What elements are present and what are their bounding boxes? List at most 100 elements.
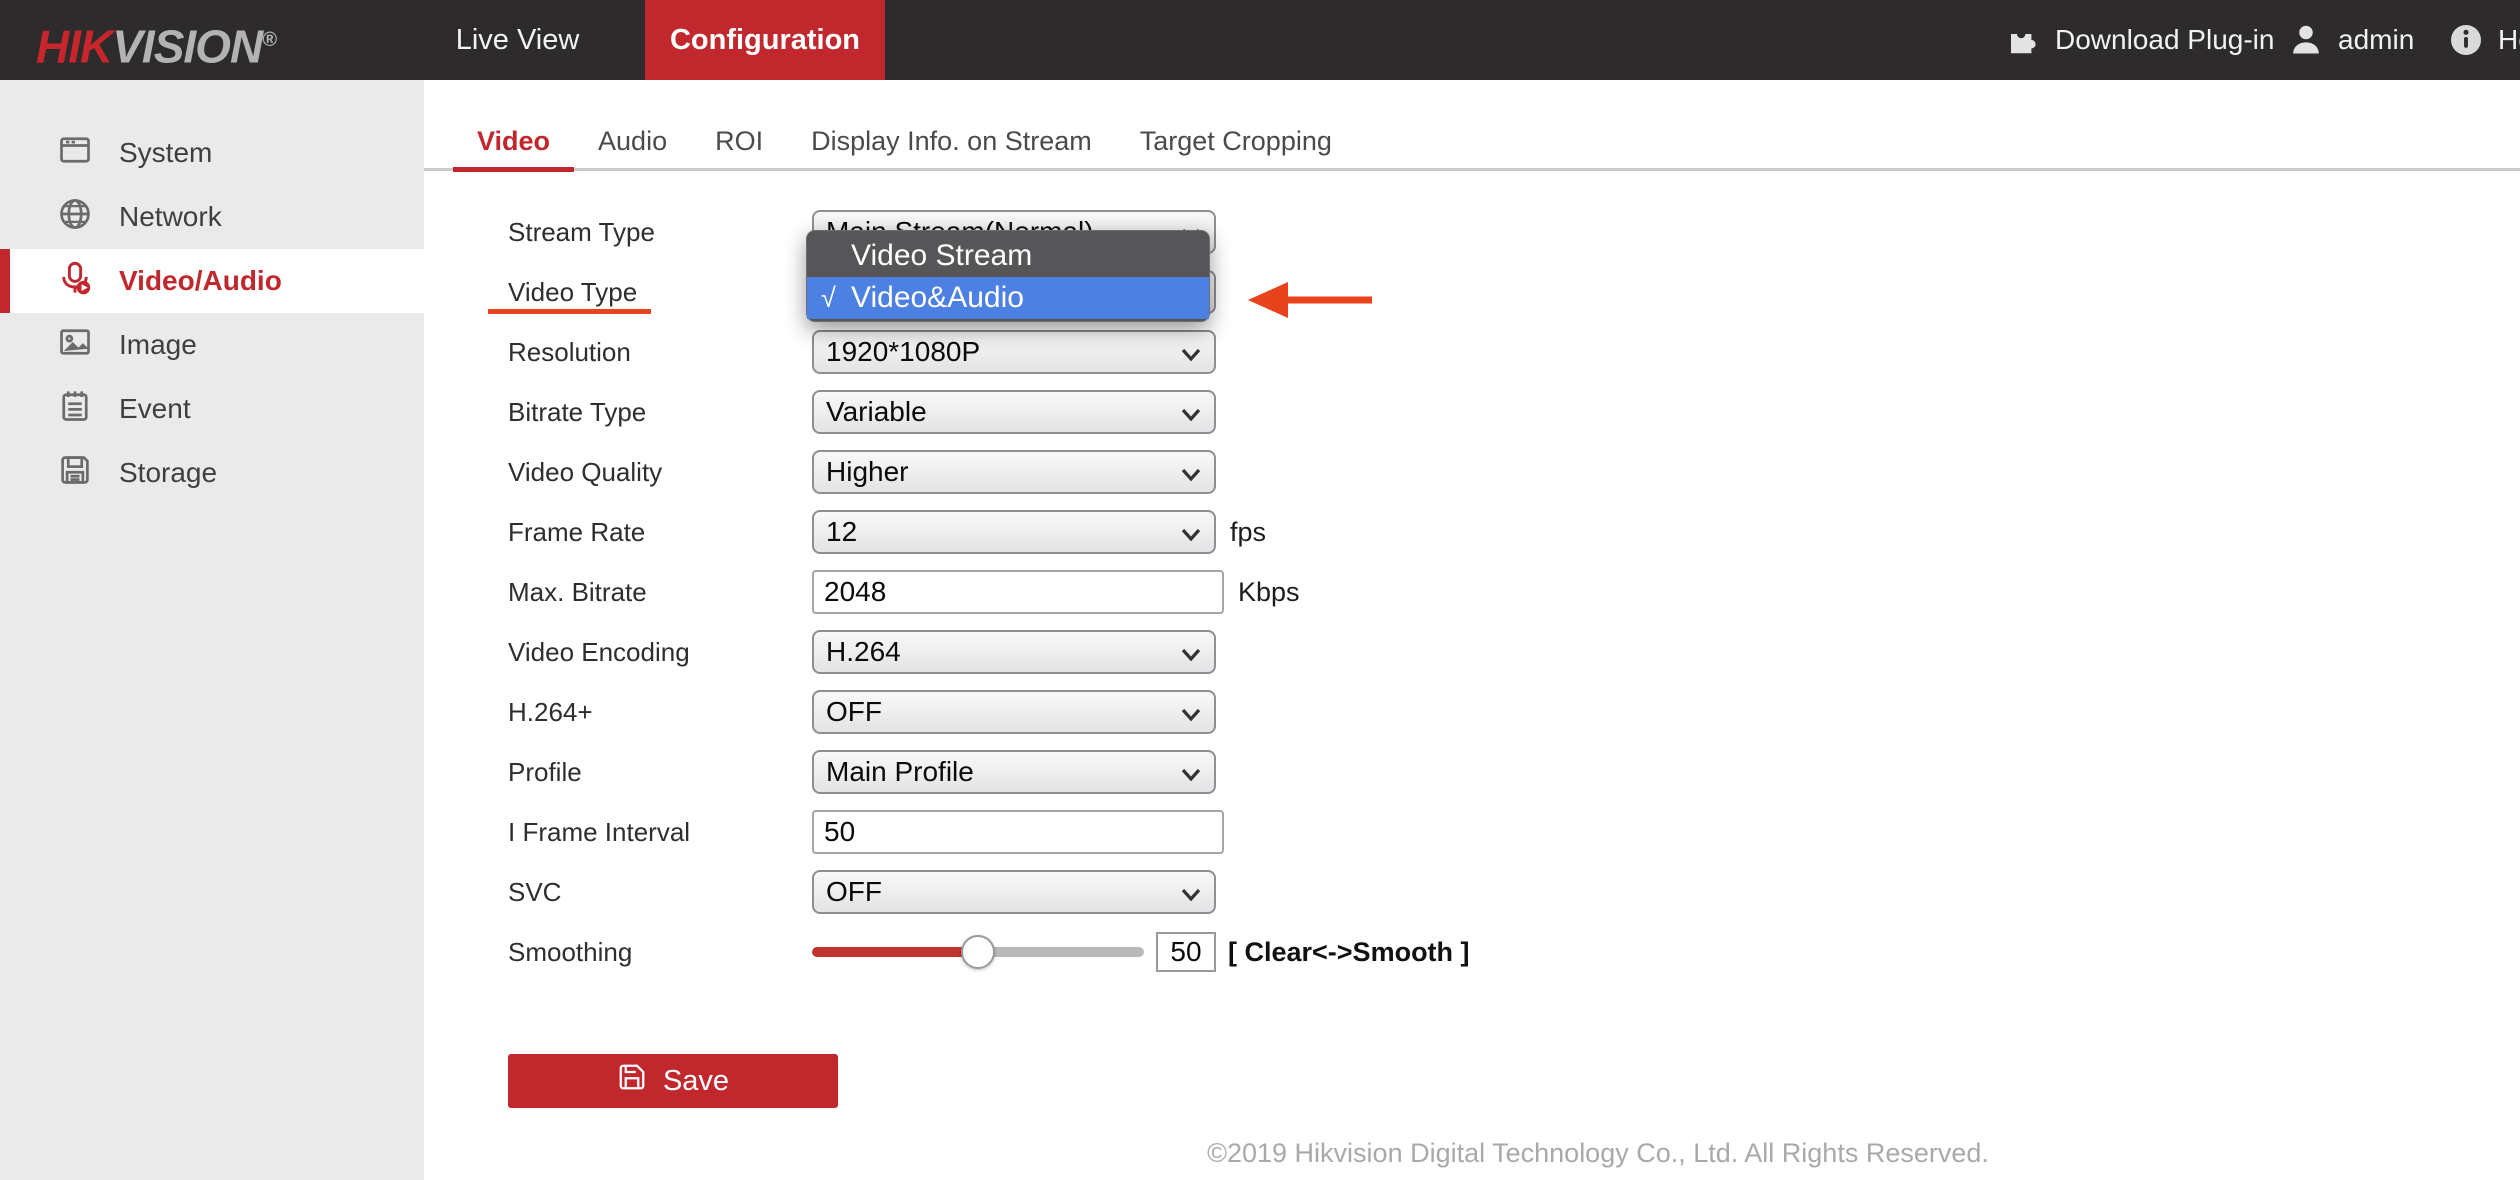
field-label-max-bitrate: Max. Bitrate (508, 577, 812, 608)
download-plugin-label: Download Plug-in (2055, 24, 2274, 56)
save-button[interactable]: Save (508, 1054, 838, 1108)
sidebar-item-label: Event (119, 393, 191, 425)
save-icon (617, 1062, 647, 1100)
storage-icon (57, 452, 93, 495)
smoothing-slider-thumb[interactable] (961, 935, 995, 969)
sidebar-item-label: Storage (119, 457, 217, 489)
form-row-profile: Profile Main Profile (508, 742, 2520, 802)
select-value: Variable (826, 396, 927, 428)
chevron-down-icon (1181, 648, 1201, 662)
sidebar-item-label: System (119, 137, 212, 169)
footer-copyright: ©2019 Hikvision Digital Technology Co., … (424, 1138, 2520, 1169)
field-label-stream-type: Stream Type (508, 217, 812, 248)
tab-target-cropping[interactable]: Target Cropping (1116, 116, 1356, 168)
resolution-select[interactable]: 1920*1080P (812, 330, 1216, 374)
chevron-down-icon (1181, 768, 1201, 782)
video-audio-icon (57, 260, 93, 303)
field-label-h-264: H.264+ (508, 697, 812, 728)
form-row-frame-rate: Frame Rate 12 fps (508, 502, 2520, 562)
field-label-svc: SVC (508, 877, 812, 908)
field-label-video-type: Video Type (508, 277, 812, 308)
select-value: 1920*1080P (826, 336, 980, 368)
annotation-red-underline (488, 309, 651, 314)
select-value: OFF (826, 876, 882, 908)
registered-mark: ® (262, 29, 276, 51)
sidebar-item-label: Image (119, 329, 197, 361)
video-encoding-select[interactable]: H.264 (812, 630, 1216, 674)
form-row-resolution: Resolution 1920*1080P (508, 322, 2520, 382)
i-frame-interval-input[interactable] (812, 810, 1224, 854)
field-label-smoothing: Smoothing (508, 937, 812, 968)
user-label: admin (2338, 24, 2414, 56)
save-label: Save (663, 1065, 729, 1098)
form-row-max-bitrate: Max. Bitrate Kbps (508, 562, 2520, 622)
sidebar-item-network[interactable]: Network (0, 185, 424, 249)
chevron-down-icon (1181, 468, 1201, 482)
field-label-profile: Profile (508, 757, 812, 788)
select-value: Main Profile (826, 756, 974, 788)
sidebar-item-label: Network (119, 201, 222, 233)
sidebar-item-image[interactable]: Image (0, 313, 424, 377)
image-icon (57, 324, 93, 367)
tab-bar: VideoAudioROIDisplay Info. on StreamTarg… (424, 80, 2520, 171)
tab-audio[interactable]: Audio (574, 116, 691, 168)
frame-rate-select[interactable]: 12 (812, 510, 1216, 554)
menu-item-video-stream[interactable]: Video Stream (807, 235, 1209, 277)
svc-select[interactable]: OFF (812, 870, 1216, 914)
video-quality-select[interactable]: Higher (812, 450, 1216, 494)
logo-text-red: HIK (36, 20, 112, 72)
sidebar-item-video-audio[interactable]: Video/Audio (0, 249, 424, 313)
profile-select[interactable]: Main Profile (812, 750, 1216, 794)
field-label-i-frame-interval: I Frame Interval (508, 817, 812, 848)
sidebar-item-system[interactable]: System (0, 121, 424, 185)
tab-video[interactable]: Video (453, 116, 574, 172)
form-row-video-encoding: Video EncodingH.264 (508, 622, 2520, 682)
main-content: VideoAudioROIDisplay Info. on StreamTarg… (424, 80, 2520, 1180)
h-264-select[interactable]: OFF (812, 690, 1216, 734)
nav-configuration[interactable]: Configuration (645, 0, 885, 80)
select-value: 12 (826, 516, 857, 548)
nav-live-view[interactable]: Live View (390, 0, 645, 80)
video-type-dropdown-menu: Video Stream √ Video&Audio (806, 230, 1210, 322)
chevron-down-icon (1181, 888, 1201, 902)
field-label-frame-rate: Frame Rate (508, 517, 812, 548)
menu-item-video-audio[interactable]: √ Video&Audio (807, 277, 1209, 319)
max-bitrate-unit-label: Kbps (1238, 577, 1300, 608)
sidebar: System Network Video/Audio Image Event Storag… (0, 80, 424, 1180)
user-menu[interactable]: admin (2288, 0, 2414, 80)
form-row-video-quality: Video QualityHigher (508, 442, 2520, 502)
field-label-video-quality: Video Quality (508, 457, 812, 488)
help-label: Help (2498, 24, 2520, 56)
max-bitrate-input[interactable] (812, 570, 1224, 614)
form-row-smoothing: Smoothing 50 [ Clear<->Smooth ] (508, 922, 2520, 982)
chevron-down-icon (1181, 408, 1201, 422)
field-label-bitrate-type: Bitrate Type (508, 397, 812, 428)
annotation-arrow-icon (1244, 276, 1376, 324)
bitrate-type-select[interactable]: Variable (812, 390, 1216, 434)
chevron-down-icon (1181, 348, 1201, 362)
form-row-bitrate-type: Bitrate Type Variable (508, 382, 2520, 442)
info-icon (2448, 22, 2484, 58)
user-icon (2288, 22, 2324, 58)
form-row-h-264: H.264+OFF (508, 682, 2520, 742)
form-row-svc: SVC OFF (508, 862, 2520, 922)
smoothing-value-input[interactable]: 50 (1156, 932, 1216, 972)
tab-display-info-on-stream[interactable]: Display Info. on Stream (787, 116, 1116, 168)
smoothing-hint-label: [ Clear<->Smooth ] (1228, 937, 1470, 968)
menu-item-label: Video&Audio (851, 281, 1024, 315)
chevron-down-icon (1181, 708, 1201, 722)
system-icon (57, 132, 93, 175)
frame-rate-unit-label: fps (1230, 517, 1266, 548)
field-label-video-encoding: Video Encoding (508, 637, 812, 668)
logo-text-gray: VISION (112, 20, 262, 72)
tab-roi[interactable]: ROI (691, 116, 787, 168)
field-label-resolution: Resolution (508, 337, 812, 368)
help-button[interactable]: Help (2448, 0, 2520, 80)
sidebar-item-storage[interactable]: Storage (0, 441, 424, 505)
sidebar-item-event[interactable]: Event (0, 377, 424, 441)
sidebar-item-label: Video/Audio (119, 265, 282, 297)
download-plugin-button[interactable]: Download Plug-in (2005, 0, 2274, 80)
top-navigation-bar: HIKVISION® Live View Configuration Downl… (0, 0, 2520, 80)
chevron-down-icon (1181, 528, 1201, 542)
smoothing-slider[interactable] (812, 947, 1144, 957)
